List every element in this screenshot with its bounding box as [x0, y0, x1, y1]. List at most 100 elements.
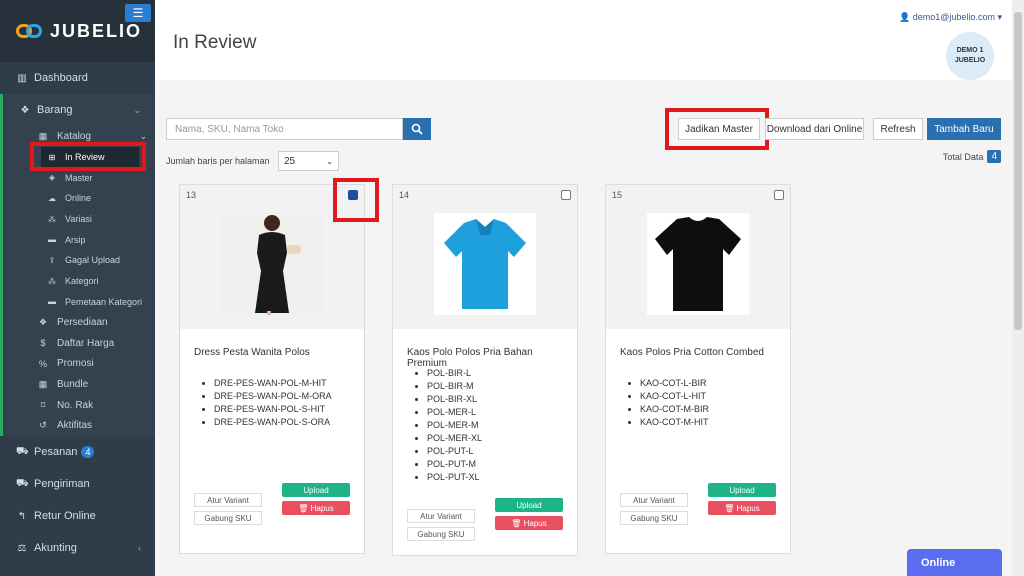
atur-variant-button[interactable]: Atur Variant [620, 493, 688, 507]
sidebar-item-dashboard[interactable]: ▥ Dashboard [0, 62, 155, 94]
chevron-down-icon: ⌄ [326, 156, 333, 166]
shopping-basket-icon: ⛟ [16, 445, 29, 457]
sidebar-item-aktifitas[interactable]: ↺ Aktifitas [3, 416, 155, 437]
sidebar-item-label: No. Rak [57, 399, 94, 411]
sidebar-item-label: Pengiriman [34, 478, 90, 491]
total-data-label: Total Data [942, 151, 984, 162]
scrollbar-thumb[interactable] [1014, 12, 1022, 330]
header: In Review 👤 demo1@jubelio.com ▾ DEMO 1 JU… [155, 0, 1024, 80]
plus-square-icon: ⊞ [48, 152, 56, 162]
jadikan-master-button[interactable]: Jadikan Master [678, 118, 760, 140]
product-checkbox[interactable] [348, 190, 358, 200]
sidebar-item-master[interactable]: ◈ Master [3, 167, 155, 188]
total-data-count: 4 [987, 150, 1001, 163]
upload-button[interactable]: Upload [708, 483, 776, 497]
product-card: 14 Kaos Polo Polos Pria Bahan Premium PO… [392, 184, 578, 556]
hapus-button[interactable]: 🗑 Hapus [495, 516, 563, 530]
menu-toggle-button[interactable]: ☰ [125, 4, 151, 22]
avatar-line1: DEMO 1 [956, 47, 984, 55]
chevron-down-icon: ⌄ [139, 130, 147, 141]
sidebar: JUBELIO ☰ ▥ Dashboard ❖ Barang ⌄ ▦ Katalog ⌄ … [0, 0, 155, 576]
product-name: Kaos Polos Pria Cotton Combed [620, 347, 764, 358]
product-name: Kaos Polo Polos Pria Bahan Premium [407, 347, 533, 369]
product-checkbox[interactable] [774, 190, 784, 200]
atur-variant-button[interactable]: Atur Variant [407, 509, 475, 523]
sidebar-item-bundle[interactable]: ▦ Bundle [3, 374, 155, 395]
sidebar-item-akunting[interactable]: ⚖ Akunting ‹ [0, 532, 155, 564]
sidebar-item-online[interactable]: ☁ Online [3, 188, 155, 209]
gabung-sku-button[interactable]: Gabung SKU [194, 511, 262, 525]
sidebar-item-label: Online [65, 193, 92, 204]
sidebar-item-pesanan[interactable]: ⛟ Pesanan 4 [0, 436, 155, 468]
sidebar-item-promosi[interactable]: % Promosi [3, 354, 155, 375]
product-id: 15 [612, 190, 623, 200]
sidebar-item-persediaan[interactable]: ❖ Persediaan [3, 312, 155, 333]
sidebar-item-retur-online[interactable]: ↰ Retur Online [0, 500, 155, 532]
sidebar-item-label: Retur Online [34, 510, 96, 523]
hapus-button[interactable]: 🗑 Hapus [282, 501, 350, 515]
cubes-icon: ❖ [20, 104, 30, 116]
user-menu[interactable]: 👤 demo1@jubelio.com ▾ [899, 12, 1002, 23]
product-image-area: 15 [606, 185, 790, 329]
chevron-down-icon: ⌄ [133, 104, 141, 115]
brand-name: JUBELIO [50, 20, 143, 41]
sku-item: POL-PUT-M [427, 458, 577, 471]
cube-icon: ◈ [48, 173, 56, 183]
reply-icon: ↰ [17, 510, 27, 522]
sidebar-item-in-review[interactable]: ⊞ In Review [41, 146, 139, 168]
hamburger-icon: ☰ [132, 6, 144, 20]
sidebar-item-label: Gagal Upload [65, 255, 121, 266]
sku-item: POL-BIR-M [427, 380, 577, 393]
sidebar-group-barang: ❖ Barang ⌄ ▦ Katalog ⌄ ⊞ In Review ◈ Master ☁ O… [0, 94, 155, 437]
gabung-sku-button[interactable]: Gabung SKU [620, 511, 688, 525]
sidebar-item-daftar-harga[interactable]: $ Daftar Harga [3, 333, 155, 354]
sku-item: POL-MER-M [427, 419, 577, 432]
balance-scale-icon: ⚖ [17, 542, 27, 554]
sidebar-item-label: Pesanan [34, 446, 78, 459]
sidebar-item-katalog[interactable]: ▦ Katalog ⌄ [3, 126, 155, 147]
avatar[interactable]: DEMO 1 JUBELIO [946, 32, 994, 80]
caret-down-icon: ▾ [997, 12, 1002, 22]
sku-item: DRE-PES-WAN-POL-M-HIT [214, 377, 364, 390]
sku-list: DRE-PES-WAN-POL-M-HIT DRE-PES-WAN-POL-M-… [180, 367, 364, 429]
product-image-area: 14 [393, 185, 577, 329]
page-scrollbar[interactable] [1012, 0, 1024, 576]
refresh-button[interactable]: Refresh [873, 118, 923, 140]
product-id: 14 [399, 190, 410, 200]
sidebar-item-label: Akunting [34, 542, 77, 555]
sidebar-item-no-rak[interactable]: ⌑ No. Rak [3, 395, 155, 416]
sku-item: POL-BIR-XL [427, 393, 577, 406]
sidebar-item-arsip[interactable]: ▬ Arsip [3, 229, 155, 250]
sidebar-item-label: Pemetaan Kategori [65, 296, 143, 307]
tambah-baru-button[interactable]: Tambah Baru [927, 118, 1001, 140]
sidebar-item-pengiriman[interactable]: ⛟ Pengiriman [0, 468, 155, 500]
sidebar-item-gagal-upload[interactable]: ⇪ Gagal Upload [3, 250, 155, 271]
hapus-button[interactable]: 🗑 Hapus [708, 501, 776, 515]
archive-icon: ▬ [48, 235, 56, 245]
dashboard-icon: ▥ [17, 72, 27, 84]
rows-per-page-select[interactable]: 25 ⌄ [278, 151, 339, 171]
product-checkbox[interactable] [561, 190, 571, 200]
sku-item: DRE-PES-WAN-POL-M-ORA [214, 390, 364, 403]
search-input[interactable] [166, 118, 403, 140]
upload-button[interactable]: Upload [495, 498, 563, 512]
product-photo [647, 213, 749, 315]
upload-button[interactable]: Upload [282, 483, 350, 497]
sidebar-item-barang[interactable]: ❖ Barang ⌄ [3, 94, 155, 126]
sidebar-item-pemetaan-kategori[interactable]: ▬ Pemetaan Kategori [3, 292, 155, 313]
dollar-icon: $ [40, 338, 46, 349]
sku-item: DRE-PES-WAN-POL-S-ORA [214, 416, 364, 429]
atur-variant-button[interactable]: Atur Variant [194, 493, 262, 507]
sku-item: POL-BIR-L [427, 367, 577, 380]
sitemap-icon: ⁂ [48, 276, 56, 286]
download-online-button[interactable]: Download dari Online [765, 118, 864, 140]
hapus-label: Hapus [310, 503, 334, 513]
page-title: In Review [173, 32, 257, 53]
product-id: 13 [186, 190, 197, 200]
sidebar-item-variasi[interactable]: ⁂ Variasi [3, 209, 155, 230]
chat-online-button[interactable]: Online [907, 549, 1002, 576]
sidebar-item-kategori[interactable]: ⁂ Kategori [3, 271, 155, 292]
search-button[interactable] [403, 118, 431, 140]
user-icon: 👤 [899, 12, 911, 22]
gabung-sku-button[interactable]: Gabung SKU [407, 527, 475, 541]
